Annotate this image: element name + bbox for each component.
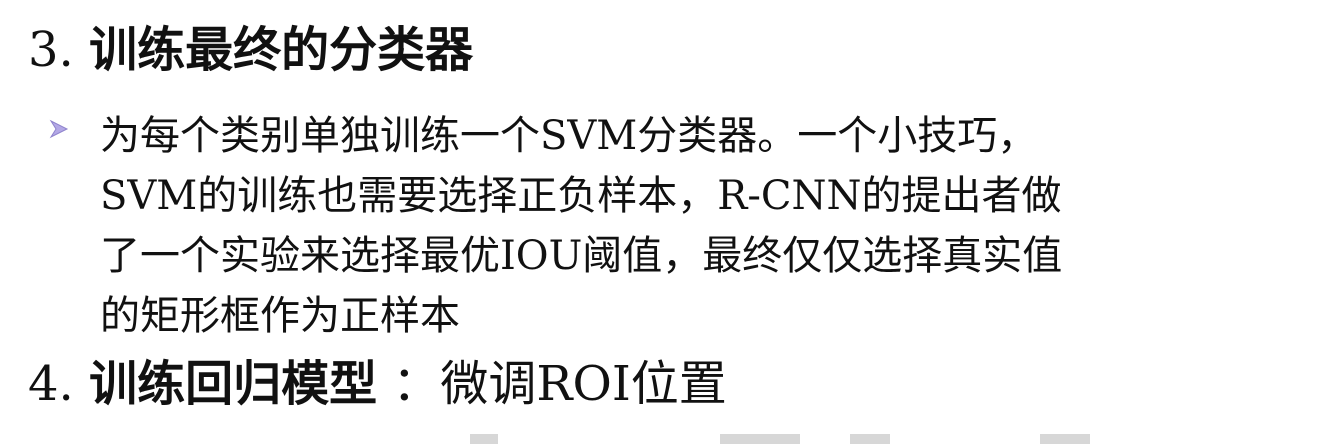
bullet-line-3: 了一个实验来选择最优IOU阈值，最终仅仅选择真实值	[100, 233, 1063, 279]
section-3-heading: 3. 训练最终的分类器	[28, 26, 473, 74]
section-4-number: 4.	[28, 356, 74, 412]
section-3-number: 3.	[28, 22, 74, 78]
arrow-bullet-icon	[49, 119, 69, 139]
section-3-title: 训练最终的分类器	[89, 22, 474, 78]
cropped-fragment	[850, 434, 890, 444]
section-4-heading: 4. 训练回归模型 ：微调ROI位置	[28, 360, 727, 408]
cropped-fragment	[1040, 434, 1090, 444]
cropped-fragment	[470, 434, 498, 444]
cropped-next-line	[0, 434, 1333, 444]
bullet-text: 为每个类别单独训练一个SVM分类器。一个小技巧， SVM的训练也需要选择正负样本…	[100, 106, 1320, 346]
cropped-fragment	[720, 434, 800, 444]
bullet-line-4: 的矩形框作为正样本	[100, 293, 460, 339]
bullet-line-2: SVM的训练也需要选择正负样本，R-CNN的提出者做	[100, 173, 1062, 219]
slide-page: 3. 训练最终的分类器 为每个类别单独训练一个SVM分类器。一个小技巧， SVM…	[0, 0, 1333, 444]
bullet-line-1: 为每个类别单独训练一个SVM分类器。一个小技巧，	[100, 113, 1038, 159]
section-4-title: 训练回归模型	[89, 356, 378, 412]
section-4-suffix: ：微调ROI位置	[392, 356, 727, 412]
